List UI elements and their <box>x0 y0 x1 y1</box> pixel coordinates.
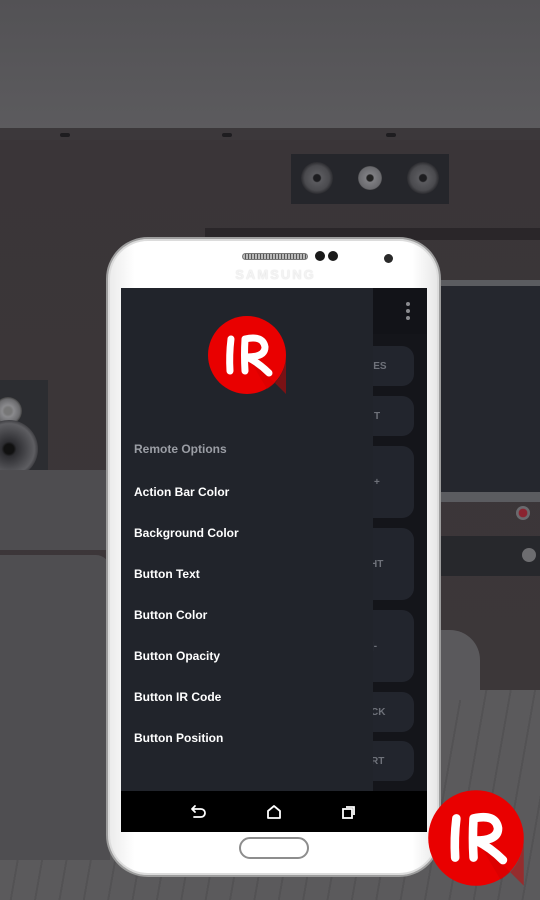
remote-button-label: CK <box>371 706 386 718</box>
proximity-sensor <box>315 251 325 261</box>
speaker-tweeter <box>358 166 382 190</box>
ir-app-logo-icon <box>428 790 524 886</box>
hardware-home-button[interactable] <box>239 837 309 859</box>
drawer-item-button-ir-code[interactable]: Button IR Code <box>134 680 364 714</box>
sofa-back <box>0 470 110 550</box>
speaker-driver <box>301 162 333 194</box>
ir-logo-icon <box>208 316 287 394</box>
remote-button-label: T <box>374 410 381 422</box>
drawer-item-background-color[interactable]: Background Color <box>134 516 364 550</box>
drawer-item-button-color[interactable]: Button Color <box>134 598 364 632</box>
drawer-item-button-opacity[interactable]: Button Opacity <box>134 639 364 673</box>
center-speaker <box>291 154 449 204</box>
more-vert-icon[interactable] <box>405 302 411 320</box>
ceiling-spotlight <box>60 133 70 137</box>
av-knob <box>522 548 536 562</box>
phone-screen: HES T + HT |- CK RT Remote Options Actio… <box>121 288 427 832</box>
television <box>440 280 540 502</box>
light-sensor <box>328 251 338 261</box>
brand-logo: SAMSUNG <box>235 267 316 282</box>
earpiece-grille <box>242 253 308 260</box>
front-camera <box>384 254 393 263</box>
ceiling-trim <box>0 128 540 140</box>
drawer-section-header: Remote Options <box>134 442 227 456</box>
back-button[interactable] <box>184 797 214 827</box>
sofa <box>0 555 110 860</box>
home-button[interactable] <box>259 797 289 827</box>
recents-icon <box>342 805 356 819</box>
ceiling-spotlight <box>386 133 396 137</box>
navigation-drawer: Remote Options Action Bar Color Backgrou… <box>121 288 373 791</box>
tv-power-led <box>516 506 530 520</box>
system-navigation-bar <box>121 791 427 832</box>
drawer-item-action-bar-color[interactable]: Action Bar Color <box>134 475 364 509</box>
drawer-item-button-position[interactable]: Button Position <box>134 721 364 755</box>
ceiling-spotlight <box>222 133 232 137</box>
remote-button-label: + <box>374 476 380 488</box>
remote-button-label: RT <box>371 755 385 767</box>
ceiling <box>0 0 540 130</box>
recents-button[interactable] <box>334 797 364 827</box>
drawer-item-button-text[interactable]: Button Text <box>134 557 364 591</box>
speaker-driver <box>407 162 439 194</box>
back-icon <box>190 804 206 818</box>
home-icon <box>267 804 281 819</box>
